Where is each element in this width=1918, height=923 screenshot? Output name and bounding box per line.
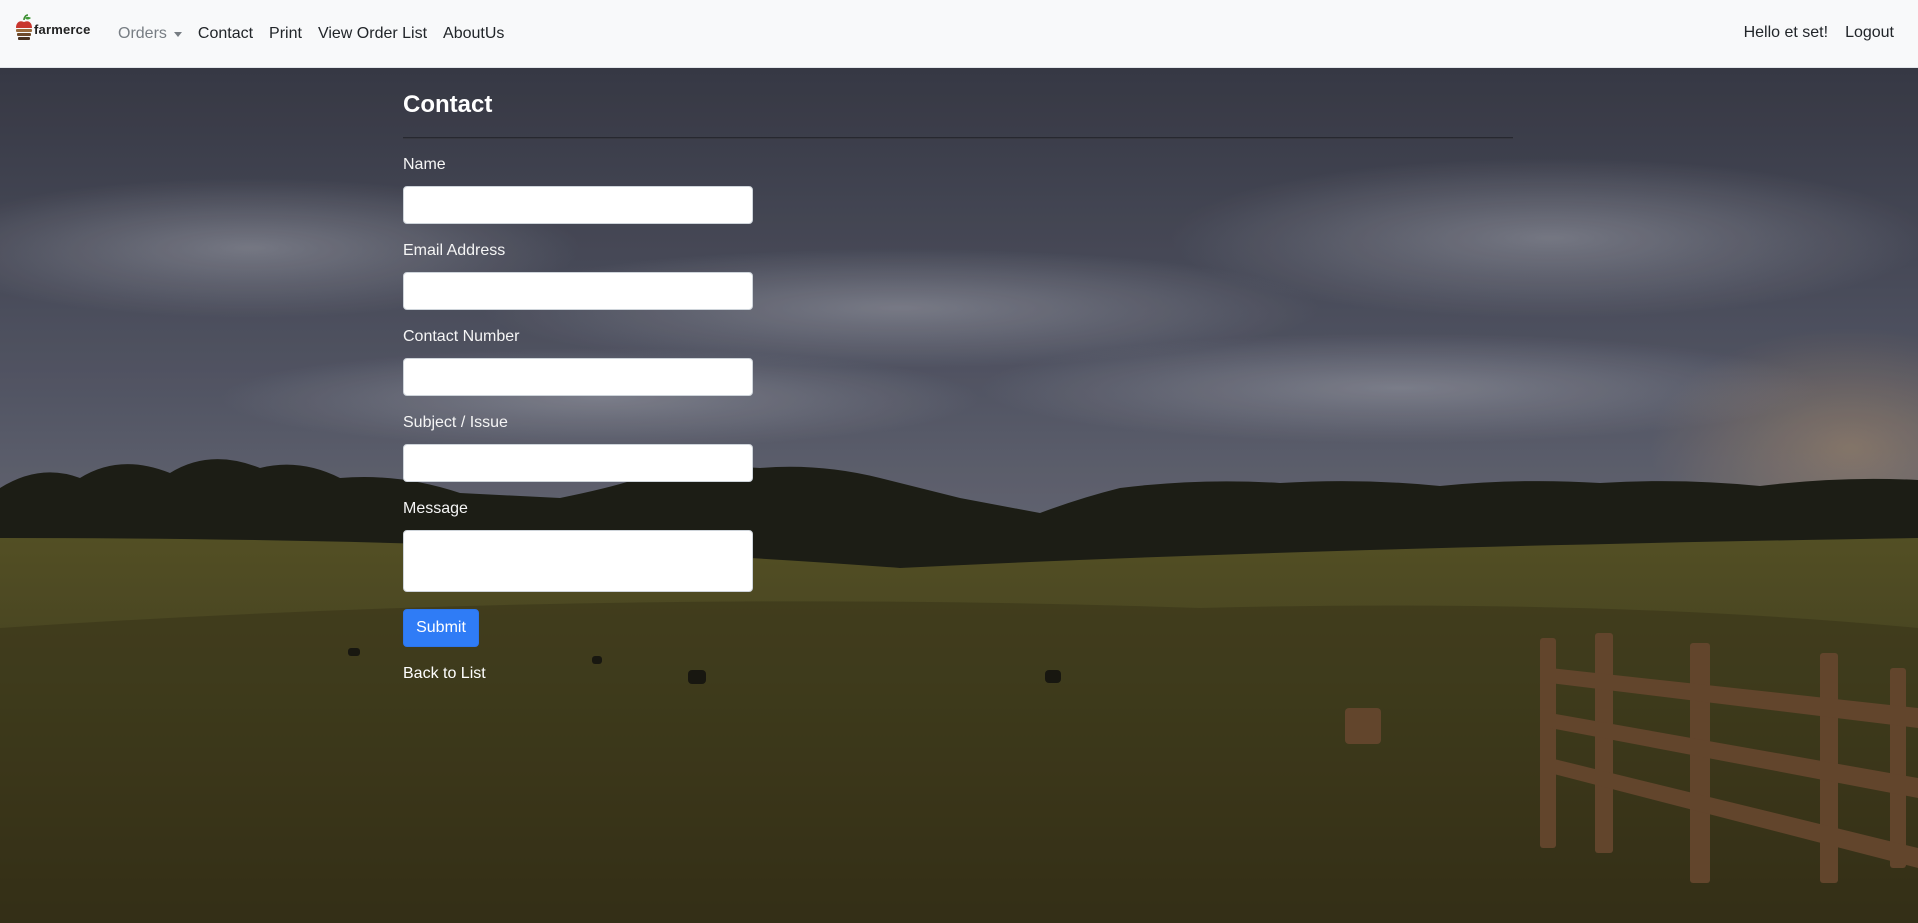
nav-orders-dropdown[interactable]: Orders [118,25,182,43]
subject-input[interactable] [403,444,753,482]
user-nav: Hello et set! Logout [1727,0,1894,66]
name-input[interactable] [403,186,753,224]
back-to-list-link[interactable]: Back to List [403,665,486,683]
message-label: Message [403,500,468,517]
contact-number-label: Contact Number [403,328,520,345]
nav-about-us[interactable]: AboutUs [443,25,504,43]
apple-stack-logo-icon [16,14,32,40]
nav-view-order-list[interactable]: View Order List [318,25,427,43]
primary-nav: Orders Contact Print View Order List Abo… [118,0,520,67]
farm-landscape-image [0,68,1918,923]
submit-button[interactable]: Submit [403,609,479,647]
title-divider [403,137,1513,139]
farm-background [0,68,1918,923]
brand-home-link[interactable]: farmerce [15,14,91,44]
contact-number-input[interactable] [403,358,753,396]
subject-label: Subject / Issue [403,414,508,431]
logout-link[interactable]: Logout [1845,24,1894,42]
caret-down-icon [173,31,182,37]
email-input[interactable] [403,272,753,310]
nav-print[interactable]: Print [269,25,302,43]
message-textarea[interactable] [403,530,753,592]
page-title: Contact [403,91,493,118]
brand-name: farmerce [34,22,91,37]
name-label: Name [403,156,446,173]
nav-orders-label: Orders [118,24,167,42]
top-navbar: farmerce Orders Contact Print View Order… [0,0,1918,68]
nav-contact[interactable]: Contact [198,25,253,43]
email-label: Email Address [403,242,506,259]
user-greeting-link[interactable]: Hello et set! [1744,24,1828,42]
